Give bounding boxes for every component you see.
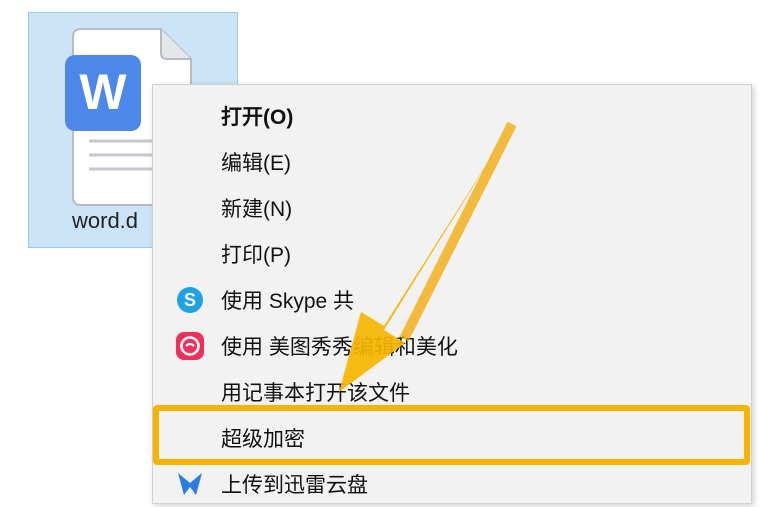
menu-item-meitu-edit[interactable]: 使用 美图秀秀编辑和美化 [153,323,751,369]
menu-item-open-with-notepad[interactable]: 用记事本打开该文件 [153,369,751,415]
skype-icon: S [177,287,203,313]
menu-item-super-encrypt[interactable]: 超级加密 [153,415,751,461]
menu-item-label: 用记事本打开该文件 [221,382,410,405]
menu-item-skype-share[interactable]: S 使用 Skype 共 [153,277,751,323]
menu-item-label: 打印(P) [221,244,291,267]
menu-item-edit[interactable]: 编辑(E) [153,139,751,185]
menu-item-label: 使用 Skype 共 [221,290,355,313]
menu-item-print[interactable]: 打印(P) [153,231,751,277]
menu-item-label: 打开(O) [221,106,294,129]
svg-text:S: S [184,290,196,310]
menu-item-upload-thunder-cloud[interactable]: 上传到迅雷云盘 [153,461,751,507]
thunder-icon [178,473,202,495]
menu-item-new[interactable]: 新建(N) [153,185,751,231]
desktop: W word.d 打开(O) 编辑(E) 新建(N) 打印(P) S 使用 Sk… [0,0,784,504]
menu-item-open[interactable]: 打开(O) [153,93,751,139]
menu-item-label: 超级加密 [221,428,305,451]
menu-item-label: 编辑(E) [221,152,291,175]
menu-item-label: 新建(N) [221,198,293,221]
word-badge-letter: W [79,64,127,120]
file-name-label: word.d [72,208,139,233]
menu-item-label: 使用 美图秀秀编辑和美化 [221,336,458,359]
meitu-icon [176,332,204,360]
menu-item-label: 上传到迅雷云盘 [221,474,368,497]
context-menu: 打开(O) 编辑(E) 新建(N) 打印(P) S 使用 Skype 共 使用 … [152,84,752,504]
